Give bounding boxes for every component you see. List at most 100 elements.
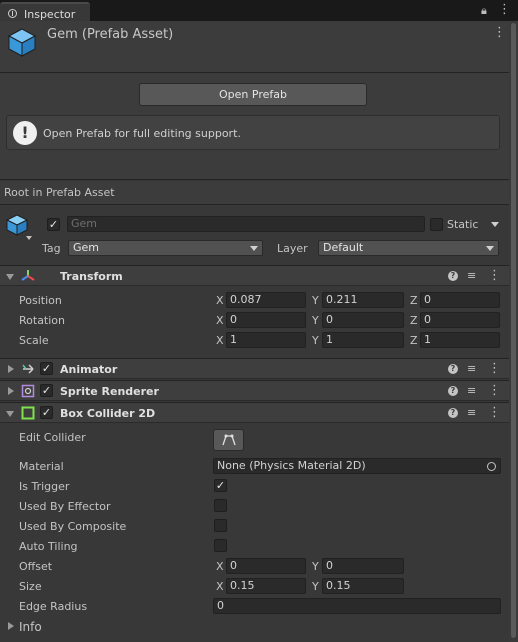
position-z-field[interactable]: 0 [420,292,500,308]
rotation-y-field[interactable]: 0 [322,312,404,328]
scale-label: Scale [19,334,49,347]
sprite-renderer-enabled-checkbox[interactable]: ✓ [40,384,53,397]
help-icon[interactable]: ? [448,408,458,418]
used-by-composite-checkbox[interactable] [214,519,227,532]
help-icon[interactable]: ? [448,364,458,374]
presets-icon[interactable]: ≡ [467,384,476,397]
tag-value: Gem [73,241,100,254]
animator-header[interactable]: ✓ Animator ? ≡ ⋮ [0,358,518,379]
presets-icon[interactable]: ≡ [467,362,476,375]
edit-collider-label: Edit Collider [19,431,86,444]
axis-x-label: X [216,294,224,307]
box-collider-enabled-checkbox[interactable]: ✓ [40,406,53,419]
transform-header[interactable]: Transform ? ≡ ⋮ [0,265,518,286]
scale-x-field[interactable]: 1 [226,332,306,348]
is-trigger-checkbox[interactable]: ✓ [214,479,227,492]
axis-x-label: X [216,314,224,327]
divider [0,72,518,73]
size-y-field[interactable]: 0.15 [322,578,404,594]
used-by-effector-checkbox[interactable] [214,499,227,512]
axis-y-label: Y [312,580,319,593]
prefab-cube-icon [7,28,37,57]
size-x-field[interactable]: 0.15 [226,578,306,594]
name-field[interactable]: Gem [67,216,425,232]
sprite-renderer-header[interactable]: ✓ Sprite Renderer ? ≡ ⋮ [0,380,518,401]
rotation-z-field[interactable]: 0 [420,312,500,328]
active-checkbox[interactable]: ✓ [47,218,60,231]
material-value: None (Physics Material 2D) [217,459,366,472]
is-trigger-label: Is Trigger [19,480,70,493]
info-icon: ! [13,121,37,145]
tag-dropdown[interactable]: Gem [68,240,263,256]
gameobject-cube-icon[interactable] [6,214,28,236]
animator-enabled-checkbox[interactable]: ✓ [40,362,53,375]
inspector-header: Gem (Prefab Asset) ⋮ Open Prefab ! Open … [0,21,518,180]
more-options-icon[interactable]: ⋮ [488,383,501,398]
rotation-x-field[interactable]: 0 [226,312,306,328]
chevron-down-icon[interactable] [491,222,499,227]
more-options-icon[interactable]: ⋮ [498,2,511,17]
layer-dropdown[interactable]: Default [318,240,499,256]
position-label: Position [19,294,62,307]
root-bar: Root in Prefab Asset [0,181,518,205]
more-options-icon[interactable]: ⋮ [488,405,501,420]
axis-x-label: X [216,560,224,573]
foldout-arrow-icon[interactable] [6,411,14,417]
foldout-arrow-icon[interactable] [8,622,14,630]
axis-z-label: Z [410,334,418,347]
position-x-field[interactable]: 0.087 [226,292,306,308]
layer-label: Layer [277,242,308,255]
scrollbar-thumb[interactable] [511,23,516,638]
axis-y-label: Y [312,294,319,307]
info-foldout-label[interactable]: Info [19,620,42,634]
info-icon [8,9,17,18]
sprite-renderer-icon [21,384,35,398]
static-label: Static [447,218,479,231]
foldout-arrow-icon[interactable] [6,274,14,280]
offset-y-field[interactable]: 0 [322,558,404,574]
help-box: ! Open Prefab for full editing support. [6,115,500,150]
auto-tiling-checkbox[interactable] [214,539,227,552]
presets-icon[interactable]: ≡ [467,269,476,282]
help-text: Open Prefab for full editing support. [43,127,241,140]
presets-icon[interactable]: ≡ [467,406,476,419]
more-options-icon[interactable]: ⋮ [493,25,506,40]
chevron-down-icon [486,246,494,251]
edit-collider-button[interactable] [213,429,244,451]
more-options-icon[interactable]: ⋮ [488,361,501,376]
axis-x-label: X [216,334,224,347]
material-field[interactable]: None (Physics Material 2D) [213,458,501,474]
box-collider-icon [21,406,35,420]
lock-icon[interactable]: 🔒︎ [481,4,487,18]
offset-label: Offset [19,560,53,573]
chevron-down-icon[interactable] [26,236,32,240]
scrollbar[interactable] [509,21,518,642]
scale-z-field[interactable]: 1 [420,332,500,348]
axis-z-label: Z [410,314,418,327]
help-icon[interactable]: ? [448,386,458,396]
position-y-field[interactable]: 0.211 [322,292,404,308]
offset-x-field[interactable]: 0 [226,558,306,574]
tab-inspector[interactable]: Inspector [0,2,90,21]
tag-label: Tag [42,242,61,255]
edge-radius-field[interactable]: 0 [213,598,501,614]
axis-x-label: X [216,580,224,593]
root-label: Root in Prefab Asset [4,186,115,199]
box-collider-header[interactable]: ✓ Box Collider 2D ? ≡ ⋮ [0,402,518,423]
foldout-arrow-icon[interactable] [8,387,14,395]
axis-y-label: Y [312,560,319,573]
used-by-effector-label: Used By Effector [19,500,111,513]
tab-label: Inspector [24,8,76,21]
animator-title: Animator [60,363,118,376]
object-picker-icon[interactable] [487,462,496,471]
scale-y-field[interactable]: 1 [322,332,404,348]
more-options-icon[interactable]: ⋮ [488,268,501,283]
static-checkbox[interactable] [430,218,443,231]
help-icon[interactable]: ? [448,271,458,281]
transform-icon [21,270,35,281]
edit-collider-icon [221,434,236,446]
used-by-composite-label: Used By Composite [19,520,127,533]
open-prefab-button[interactable]: Open Prefab [139,83,367,106]
foldout-arrow-icon[interactable] [8,365,14,373]
asset-title: Gem (Prefab Asset) [47,27,174,42]
